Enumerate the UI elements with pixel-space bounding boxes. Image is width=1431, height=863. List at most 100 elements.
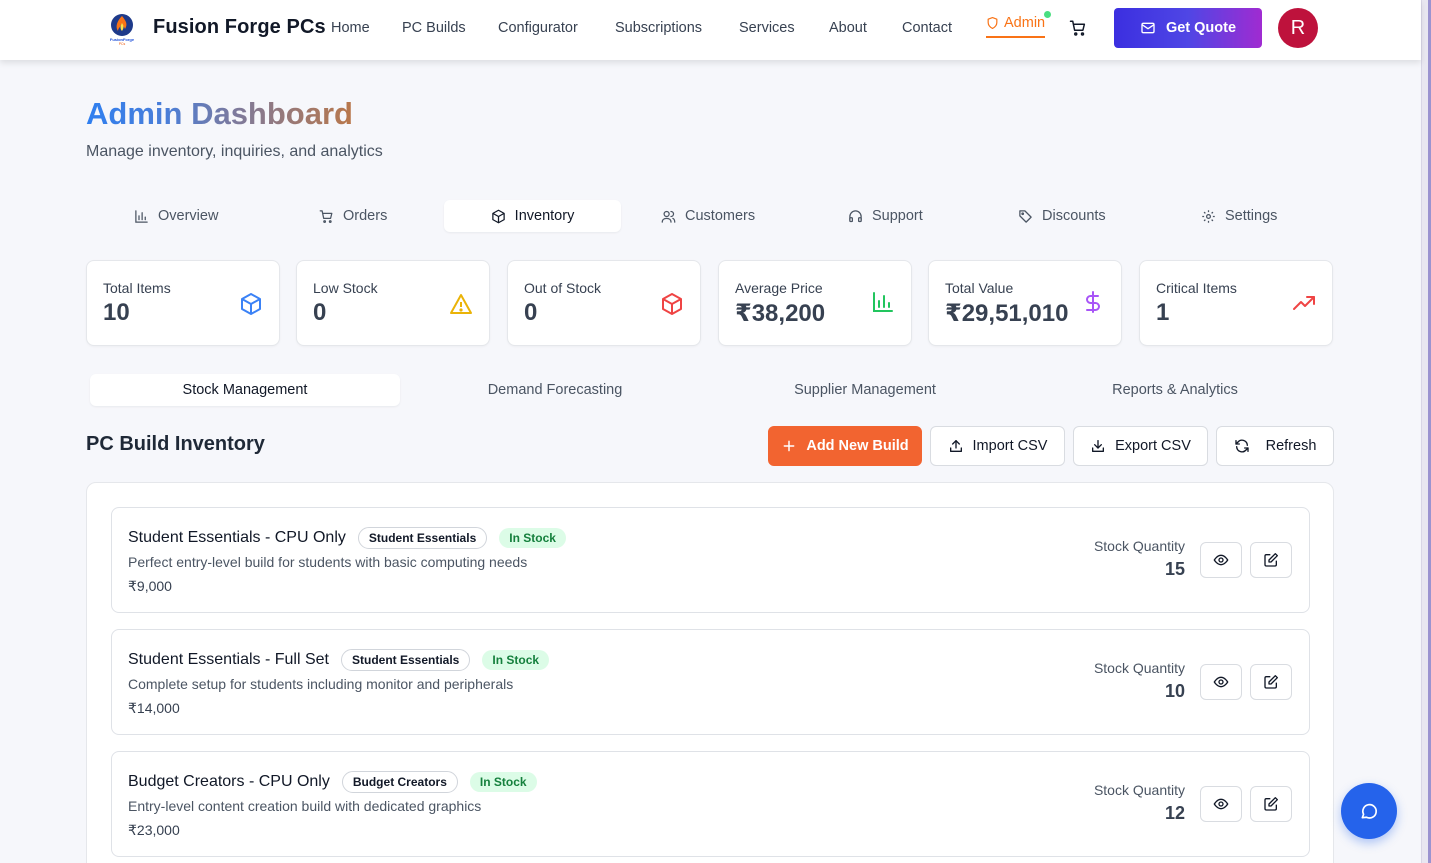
nav-configurator[interactable]: Configurator	[498, 20, 578, 36]
stock-quantity-value: 12	[1164, 803, 1185, 823]
stat-label: Total Value	[945, 280, 1014, 296]
brand-logo[interactable]: FusionForge PCs	[106, 12, 138, 46]
category-badge: Student Essentials	[357, 527, 488, 549]
trending-up-icon	[1293, 296, 1315, 310]
tab-orders-label: Orders	[343, 208, 388, 224]
stat-label: Average Price	[735, 280, 823, 296]
export-csv-button[interactable]: Export CSV	[1073, 426, 1208, 466]
stat-label: Critical Items	[1156, 280, 1237, 296]
nav-admin-label: Admin	[1004, 15, 1046, 31]
stat-average-price: Average Price ₹38,200	[718, 260, 912, 346]
stock-quantity-label: Stock Quantity	[1093, 538, 1185, 554]
tab-customers[interactable]: Customers	[661, 200, 755, 232]
subtab-stock-management[interactable]: Stock Management	[90, 374, 400, 406]
inventory-list: Student Essentials - CPU Only Student Es…	[86, 482, 1334, 863]
package-icon	[241, 293, 261, 315]
nav-services[interactable]: Services	[739, 20, 795, 36]
nav-subscriptions[interactable]: Subscriptions	[615, 20, 702, 36]
package-icon	[662, 293, 682, 315]
status-badge: In Stock	[469, 772, 537, 792]
subtab-supplier-management[interactable]: Supplier Management	[710, 374, 1020, 406]
item-description: Perfect entry-level build for students w…	[128, 554, 528, 570]
nav-pc-builds[interactable]: PC Builds	[402, 20, 466, 36]
edit-icon	[1264, 553, 1278, 567]
inventory-item: Budget Creators - CPU Only Budget Creato…	[111, 751, 1310, 857]
cart-icon[interactable]	[1069, 19, 1087, 37]
stat-value: 10	[103, 299, 130, 326]
edit-icon	[1264, 675, 1278, 689]
eye-icon	[1213, 676, 1229, 688]
cart-icon	[319, 209, 333, 223]
item-description: Entry-level content creation build with …	[128, 798, 482, 814]
subtab-reports-analytics[interactable]: Reports & Analytics	[1020, 374, 1330, 406]
view-button[interactable]	[1200, 542, 1242, 578]
stat-total-items: Total Items 10	[86, 260, 280, 346]
headphones-icon	[849, 209, 862, 222]
edit-button[interactable]	[1250, 664, 1292, 700]
page-subtitle: Manage inventory, inquiries, and analyti…	[86, 143, 383, 160]
upload-icon	[949, 440, 962, 452]
chat-bubble-icon	[1361, 803, 1377, 819]
nav-about[interactable]: About	[829, 20, 867, 36]
tab-support-label: Support	[872, 208, 923, 224]
refresh-label: Refresh	[1265, 438, 1317, 454]
inventory-item: Student Essentials - CPU Only Student Es…	[111, 507, 1310, 613]
stat-low-stock: Low Stock 0	[296, 260, 490, 346]
category-badge: Budget Creators	[341, 771, 458, 793]
gear-icon	[1202, 209, 1215, 223]
status-badge: In Stock	[499, 528, 566, 548]
package-icon	[491, 209, 505, 223]
stat-label: Total Items	[103, 280, 171, 296]
page-title-part-1: Admin	[86, 96, 183, 131]
tab-inventory[interactable]: Inventory	[444, 200, 621, 232]
subtab-demand-forecasting[interactable]: Demand Forecasting	[400, 374, 710, 406]
item-name: Student Essentials - CPU Only	[128, 529, 346, 546]
view-button[interactable]	[1200, 664, 1242, 700]
get-quote-label: Get Quote	[1165, 20, 1237, 36]
tag-icon	[1019, 209, 1032, 223]
refresh-button[interactable]: Refresh	[1216, 426, 1334, 466]
page-title-part-2: Dashboard	[191, 96, 353, 131]
tab-orders[interactable]: Orders	[319, 200, 387, 232]
add-new-build-button[interactable]: Add New Build	[768, 426, 922, 466]
page-title: Admin Dashboard	[86, 96, 353, 132]
tab-support[interactable]: Support	[848, 200, 923, 232]
top-navbar: FusionForge PCs Fusion Forge PCs Home PC…	[0, 0, 1421, 60]
tab-customers-label: Customers	[685, 208, 756, 224]
edit-icon	[1264, 797, 1278, 811]
stat-value: ₹29,51,010	[945, 300, 1069, 327]
get-quote-button[interactable]: Get Quote	[1114, 8, 1262, 48]
import-csv-button[interactable]: Import CSV	[930, 426, 1065, 466]
item-description: Complete setup for students including mo…	[128, 676, 514, 692]
nav-admin[interactable]: Admin	[986, 15, 1046, 38]
user-avatar[interactable]: R	[1278, 8, 1318, 48]
view-button[interactable]	[1200, 786, 1242, 822]
stock-quantity-label: Stock Quantity	[1093, 660, 1185, 676]
edit-button[interactable]	[1250, 786, 1292, 822]
item-name: Student Essentials - Full Set	[128, 651, 329, 668]
users-icon	[661, 210, 676, 223]
dashboard-tabs: Overview Orders Inventory Customers Supp…	[86, 196, 1334, 236]
tab-discounts[interactable]: Discounts	[1018, 200, 1106, 232]
nav-contact[interactable]: Contact	[902, 20, 952, 36]
add-new-build-label: Add New Build	[806, 438, 909, 454]
nav-home[interactable]: Home	[331, 20, 370, 36]
window-scrollbar[interactable]	[1421, 0, 1431, 863]
tab-overview[interactable]: Overview	[134, 200, 218, 232]
plus-icon	[783, 440, 795, 452]
tab-settings[interactable]: Settings	[1201, 200, 1277, 232]
chat-button[interactable]	[1341, 783, 1397, 839]
shield-icon	[987, 16, 998, 30]
stat-out-of-stock: Out of Stock 0	[507, 260, 701, 346]
stat-total-value: Total Value ₹29,51,010	[928, 260, 1122, 346]
warning-icon	[450, 294, 472, 314]
eye-icon	[1213, 798, 1229, 810]
edit-button[interactable]	[1250, 542, 1292, 578]
stat-label: Out of Stock	[524, 280, 602, 296]
item-price: ₹23,000	[128, 822, 180, 838]
brand-name[interactable]: Fusion Forge PCs	[153, 16, 326, 39]
dollar-icon	[1086, 291, 1100, 313]
section-title: PC Build Inventory	[86, 433, 265, 455]
item-price: ₹9,000	[128, 578, 172, 594]
tab-overview-label: Overview	[158, 208, 219, 224]
